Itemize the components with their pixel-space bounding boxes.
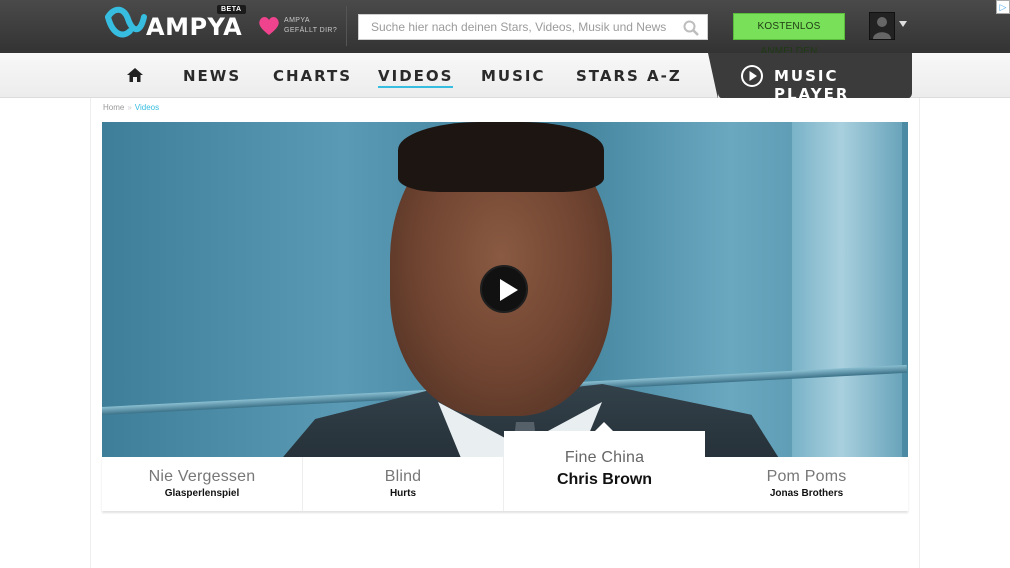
like-text-line2: GEFÄLLT DIR?: [284, 27, 338, 34]
like-widget[interactable]: AMPYA GEFÄLLT DIR?: [258, 14, 348, 40]
carousel-item-artist: Chris Brown: [556, 471, 653, 488]
beta-badge: BETA: [217, 5, 246, 14]
nav-item-stars-a-z[interactable]: STARS A-Z: [576, 67, 682, 85]
nav-item-charts[interactable]: CHARTS: [273, 67, 352, 85]
carousel-item[interactable]: Pom Poms Jonas Brothers: [706, 457, 907, 511]
ad-choices-icon[interactable]: ▷: [996, 0, 1010, 14]
carousel-item-title: Fine China: [564, 449, 645, 466]
breadcrumb-home[interactable]: Home: [103, 103, 124, 112]
carousel-item-active[interactable]: Fine China Chris Brown: [504, 422, 705, 511]
nav-item-videos[interactable]: VIDEOS: [378, 67, 454, 88]
carousel-item[interactable]: Blind Hurts: [303, 457, 504, 511]
carousel-item-title: Nie Vergessen: [148, 468, 256, 485]
carousel-item-artist: Jonas Brothers: [769, 488, 844, 499]
carousel-item-title: Blind: [384, 468, 422, 485]
hero-background-pillar: [792, 122, 902, 458]
header-divider: [346, 6, 347, 46]
breadcrumb: Home» Videos: [103, 103, 159, 112]
carousel-item-artist: Hurts: [389, 488, 417, 499]
like-text: AMPYA GEFÄLLT DIR?: [284, 16, 337, 36]
breadcrumb-separator: »: [127, 103, 132, 112]
breadcrumb-current[interactable]: Videos: [135, 103, 159, 112]
nav-item-music[interactable]: MUSIC: [481, 67, 546, 85]
carousel-item[interactable]: Nie Vergessen Glasperlenspiel: [102, 457, 303, 511]
nav-item-news[interactable]: NEWS: [183, 67, 241, 85]
music-player-tab[interactable]: MUSIC PLAYER: [708, 53, 912, 103]
avatar[interactable]: [869, 12, 895, 40]
top-bar: AMPYA BETA AMPYA GEFÄLLT DIR? KOSTENLOS …: [0, 0, 1010, 57]
search-icon[interactable]: [683, 20, 699, 36]
ampya-logo[interactable]: AMPYA BETA: [104, 5, 246, 45]
play-circle-icon: [741, 65, 763, 87]
home-icon[interactable]: [126, 67, 144, 83]
search-input[interactable]: [359, 15, 679, 39]
heart-icon: [259, 17, 279, 35]
hero-hair: [398, 122, 604, 192]
carousel-item-title: Pom Poms: [766, 468, 847, 485]
search-box: [358, 14, 708, 40]
like-text-line1: AMPYA: [284, 17, 310, 24]
video-carousel: Nie Vergessen Glasperlenspiel Blind Hurt…: [102, 422, 908, 511]
ampya-logo-icon: [105, 6, 147, 38]
chevron-down-icon[interactable]: [899, 21, 907, 27]
carousel-item-artist: Glasperlenspiel: [164, 488, 240, 499]
signup-button[interactable]: KOSTENLOS ANMELDEN: [733, 13, 845, 57]
user-silhouette-icon: [873, 17, 891, 39]
play-button[interactable]: [480, 265, 528, 313]
logo-text: AMPYA: [146, 13, 243, 41]
